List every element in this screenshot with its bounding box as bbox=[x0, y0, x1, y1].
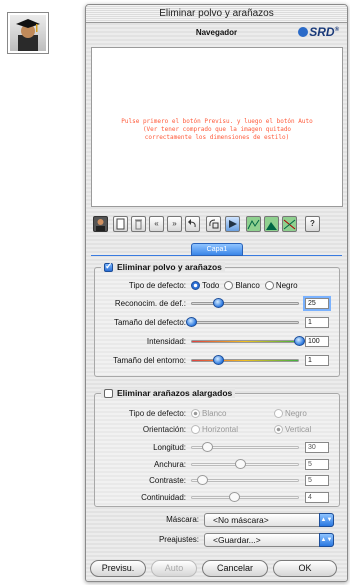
width-slider[interactable] bbox=[191, 459, 299, 469]
defect-size-slider[interactable] bbox=[186, 317, 299, 327]
checkbox-checked-icon bbox=[104, 261, 113, 272]
curve-icon[interactable] bbox=[264, 216, 279, 232]
defect-size-input[interactable]: 1 bbox=[305, 316, 329, 328]
continuity-row: Continuidad: 4 bbox=[95, 490, 339, 504]
navigator-preview[interactable]: Pulse primero el botón Previsu. y luego … bbox=[91, 47, 343, 207]
help-icon[interactable]: ? bbox=[305, 216, 320, 232]
navigator-header: Navegador SRD® bbox=[86, 23, 347, 43]
undo-icon[interactable] bbox=[185, 216, 200, 232]
window-title: Eliminar polvo y arañazos bbox=[86, 5, 347, 23]
dust-group: Eliminar polvo y arañazos Tipo de defect… bbox=[94, 261, 340, 377]
checkbox-unchecked-icon bbox=[104, 388, 113, 398]
mask-select[interactable]: <No máscara> ▲▼ bbox=[204, 512, 334, 527]
auto-button[interactable]: Auto bbox=[151, 560, 197, 577]
page-icon[interactable] bbox=[113, 216, 128, 232]
radio-scratch-blanco[interactable]: Blanco bbox=[191, 408, 269, 418]
length-row: Longitud: 30 bbox=[95, 440, 339, 454]
length-input[interactable]: 30 bbox=[305, 441, 329, 453]
app-icon[interactable] bbox=[7, 12, 49, 54]
compare-icon[interactable] bbox=[282, 216, 297, 232]
preview-button[interactable]: Previsu. bbox=[90, 560, 146, 577]
recognition-row: Reconocim. de def.: 25 bbox=[95, 296, 339, 310]
mask-row: Máscara: <No máscara> ▲▼ bbox=[166, 512, 334, 527]
radio-vertical[interactable]: Vertical bbox=[274, 424, 311, 434]
length-slider[interactable] bbox=[191, 442, 299, 452]
recognition-slider[interactable] bbox=[191, 298, 299, 308]
cancel-button[interactable]: Cancelar bbox=[202, 560, 268, 577]
width-input[interactable]: 5 bbox=[305, 458, 329, 470]
popup-arrows-icon: ▲▼ bbox=[319, 532, 334, 547]
ok-button[interactable]: OK bbox=[273, 560, 337, 577]
scratches-checkbox[interactable]: Eliminar arañazos alargados bbox=[101, 388, 236, 398]
contrast-row: Contraste: 5 bbox=[95, 473, 339, 487]
presets-select[interactable]: <Guardar...> ▲▼ bbox=[204, 532, 334, 547]
tab-bar: Capa1 bbox=[86, 241, 347, 257]
surround-size-input[interactable]: 1 bbox=[305, 354, 329, 366]
presets-row: Preajustes: <Guardar...> ▲▼ bbox=[158, 532, 334, 547]
intensity-input[interactable]: 100 bbox=[305, 335, 329, 347]
tab-capa1[interactable]: Capa1 bbox=[191, 243, 243, 256]
logo-dot-icon bbox=[298, 27, 309, 37]
orientation-row: Orientación: Horizontal Vertical bbox=[142, 424, 312, 434]
radio-scratch-negro[interactable]: Negro bbox=[274, 408, 307, 418]
intensity-row: Intensidad: 100 bbox=[95, 334, 339, 348]
radio-blanco[interactable]: Blanco bbox=[224, 280, 260, 290]
contrast-input[interactable]: 5 bbox=[305, 474, 329, 486]
defect-size-row: Tamaño del defecto: 1 bbox=[95, 315, 339, 329]
radio-todo[interactable]: Todo bbox=[191, 280, 219, 290]
trash-icon[interactable] bbox=[131, 216, 146, 232]
scratches-group: Eliminar arañazos alargados Tipo de defe… bbox=[94, 388, 340, 507]
intensity-slider[interactable] bbox=[191, 336, 305, 346]
forward-icon[interactable]: » bbox=[167, 216, 182, 232]
preview-message: Pulse primero el botón Previsu. y luego … bbox=[121, 118, 313, 141]
graduate-icon bbox=[16, 19, 40, 51]
histogram-icon[interactable] bbox=[246, 216, 261, 232]
dust-defect-type-row: Tipo de defecto: Todo Blanco Negro bbox=[128, 280, 298, 290]
srd-logo: SRD® bbox=[298, 25, 339, 39]
toolbar: « » ? bbox=[91, 215, 343, 235]
continuity-input[interactable]: 4 bbox=[305, 491, 329, 503]
preview-icon[interactable] bbox=[225, 216, 240, 232]
popup-arrows-icon: ▲▼ bbox=[319, 512, 334, 527]
width-row: Anchura: 5 bbox=[95, 457, 339, 471]
recognition-input[interactable]: 25 bbox=[305, 297, 329, 309]
radio-negro[interactable]: Negro bbox=[264, 280, 298, 290]
dust-checkbox[interactable]: Eliminar polvo y arañazos bbox=[101, 261, 225, 272]
contrast-slider[interactable] bbox=[191, 475, 299, 485]
radio-horizontal[interactable]: Horizontal bbox=[191, 424, 269, 434]
scratch-defect-type-row: Tipo de defecto: Blanco Negro bbox=[128, 408, 307, 418]
button-bar: Previsu. Auto Cancelar OK bbox=[90, 560, 343, 578]
plugin-window: Eliminar polvo y arañazos Navegador SRD®… bbox=[85, 4, 348, 582]
surround-size-row: Tamaño del entorno: 1 bbox=[95, 353, 339, 367]
continuity-slider[interactable] bbox=[191, 492, 299, 502]
redo-icon[interactable] bbox=[206, 216, 221, 232]
surround-size-slider[interactable] bbox=[191, 355, 299, 365]
rewind-icon[interactable]: « bbox=[149, 216, 164, 232]
portrait-icon[interactable] bbox=[93, 216, 108, 232]
